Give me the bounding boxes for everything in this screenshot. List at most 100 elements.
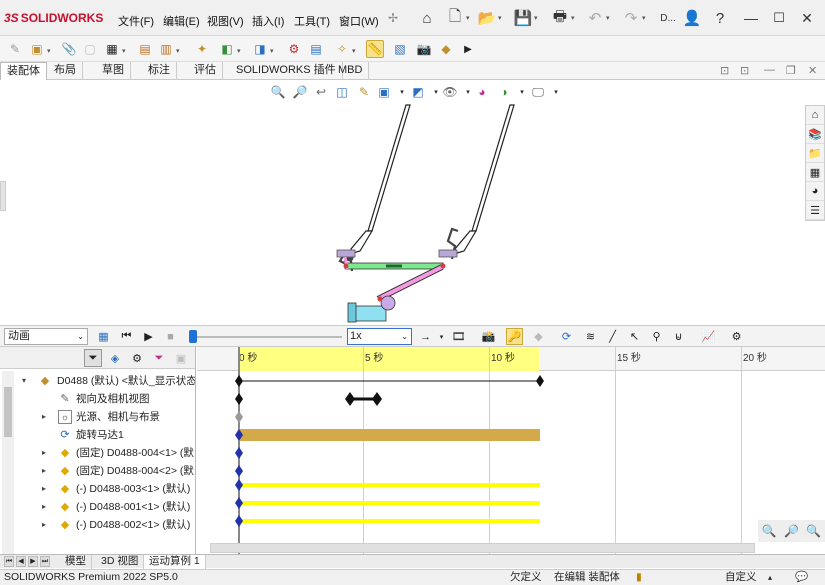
menu-insert[interactable]: 插入(I): [252, 13, 284, 29]
tab-addins[interactable]: SOLIDWORKS 插件: [230, 62, 343, 80]
exploded-caret-icon[interactable]: ▾: [352, 47, 356, 55]
playback-mode-caret-icon[interactable]: ▾: [433, 328, 450, 345]
calculate-icon[interactable]: ▦: [95, 328, 112, 345]
damper-icon[interactable]: ╱: [604, 328, 621, 345]
reference-caret-icon[interactable]: ▾: [270, 47, 274, 55]
close-icon[interactable]: ✕: [798, 9, 816, 27]
solidworks-logo[interactable]: 3S SOLIDWORKS: [4, 10, 103, 26]
tree-expander[interactable]: ▸: [42, 480, 46, 498]
stop-icon[interactable]: ■: [162, 328, 179, 345]
undo-caret-icon[interactable]: ▾: [606, 14, 610, 22]
play-icon[interactable]: ▶: [140, 328, 157, 345]
filter-results-icon[interactable]: ⏷: [150, 349, 168, 367]
tree-row-component[interactable]: ▸ ◆ (固定) D0488-004<2> (默: [0, 462, 195, 480]
tree-expander[interactable]: ▾: [22, 372, 26, 390]
timeline-area[interactable]: 0 秒 5 秒 10 秒 15 秒 20 秒: [197, 347, 825, 554]
tree-expander[interactable]: ▸: [42, 516, 46, 534]
spring-icon[interactable]: ≋: [582, 328, 599, 345]
motor-icon[interactable]: ⟳: [558, 328, 575, 345]
open-caret-icon[interactable]: ▾: [498, 14, 502, 22]
save-caret-icon[interactable]: ▾: [534, 14, 538, 22]
print-caret-icon[interactable]: ▾: [571, 14, 575, 22]
redo-caret-icon[interactable]: ▾: [642, 14, 646, 22]
linear-pattern-icon[interactable]: ▦: [103, 40, 121, 58]
tab-3d-view[interactable]: 3D 视图: [96, 555, 145, 569]
user-label[interactable]: D...: [655, 9, 681, 27]
last-tab-icon[interactable]: ⏭: [40, 556, 50, 567]
wiper-mechanism-model[interactable]: [0, 81, 825, 325]
bill-of-materials-icon[interactable]: ▤: [307, 40, 325, 58]
zoom-to-fit-timeline-icon[interactable]: 🔍: [762, 524, 777, 538]
units-custom[interactable]: 自定义: [725, 570, 757, 585]
show-hidden-icon[interactable]: ✦: [193, 40, 211, 58]
appearances-icon[interactable]: ◕: [806, 182, 824, 201]
gravity-icon[interactable]: ⊌: [670, 328, 687, 345]
tree-row-view-camera[interactable]: ✎ 视向及相机视图: [0, 390, 195, 408]
menu-view[interactable]: 视图(V): [207, 13, 244, 29]
home-icon[interactable]: ⌂: [418, 9, 436, 27]
doc-restore-right-icon[interactable]: ⊡: [740, 64, 749, 77]
playback-mode-icon[interactable]: →: [417, 328, 434, 345]
features-caret-icon[interactable]: ▾: [237, 47, 241, 55]
menu-edit[interactable]: 编辑(E): [163, 13, 200, 29]
collapse-tree-icon[interactable]: ▣: [172, 349, 190, 367]
tab-sketch[interactable]: 草图: [96, 62, 131, 80]
doc-minimize-icon[interactable]: —: [764, 64, 775, 76]
question-icon[interactable]: ?: [711, 9, 729, 27]
menu-window[interactable]: 窗口(W): [339, 13, 379, 29]
filter-selected-icon[interactable]: ⚙: [128, 349, 146, 367]
force-icon[interactable]: ↖: [626, 328, 643, 345]
animation-wizard-icon[interactable]: 📸: [480, 328, 497, 345]
new-caret-icon[interactable]: ▾: [466, 14, 470, 22]
print-icon[interactable]: 🖶: [551, 8, 569, 27]
tab-mbd[interactable]: MBD: [332, 62, 370, 80]
study-type-select[interactable]: 动画 ⌄: [4, 328, 88, 345]
new-document-icon[interactable]: 🗋: [446, 8, 464, 27]
tab-layout[interactable]: 布局: [48, 62, 83, 80]
undo-icon[interactable]: ↶: [586, 9, 604, 27]
graphics-area[interactable]: 🔍 🔎 ↩ ◫ ✎ ▣ ▾ ◩ ▾ 👁 ▾ ◕ ◑ ▾ 🖵 ▾ ⌂ 📚 📁 ▦ …: [0, 81, 825, 325]
design-library-icon[interactable]: 📚: [806, 125, 824, 144]
tree-expander[interactable]: ▸: [42, 408, 46, 426]
insert-caret-icon[interactable]: ▾: [47, 47, 51, 55]
take-snapshot-icon[interactable]: 📷: [415, 40, 433, 58]
tree-row-component[interactable]: ▸ ◆ (固定) D0488-004<1> (默: [0, 444, 195, 462]
exploded-view-icon[interactable]: ✧: [333, 40, 351, 58]
component-preview-icon[interactable]: ▢: [81, 40, 99, 58]
autokey-icon[interactable]: 🔑: [506, 328, 523, 345]
pin-icon[interactable]: ✢: [384, 9, 402, 27]
insert-component-icon[interactable]: ▣: [28, 40, 46, 58]
view-palette-icon[interactable]: ▦: [806, 163, 824, 182]
chat-icon[interactable]: 💬: [795, 570, 808, 585]
filter-animated-icon[interactable]: ⏷: [84, 349, 102, 367]
tree-row-rotary-motor[interactable]: ⟳ 旋转马达1: [0, 426, 195, 444]
tree-expander[interactable]: ▸: [42, 444, 46, 462]
tree-row-component[interactable]: ▸ ◆ (-) D0488-001<1> (默认): [0, 498, 195, 516]
custom-properties-icon[interactable]: ☰: [806, 201, 824, 220]
zoom-out-timeline-icon[interactable]: 🔍: [806, 524, 821, 538]
move-component-icon[interactable]: ▥: [157, 40, 175, 58]
first-tab-icon[interactable]: ⏮: [4, 556, 14, 567]
tree-row-component[interactable]: ▸ ◆ (-) D0488-002<1> (默认): [0, 516, 195, 534]
move-caret-icon[interactable]: ▾: [176, 47, 180, 55]
units-caret-icon[interactable]: ▴: [768, 570, 772, 585]
maximize-icon[interactable]: ☐: [770, 9, 788, 27]
playback-speed-select[interactable]: 1x ⌄: [347, 328, 412, 345]
doc-maximize-icon[interactable]: ❐: [786, 64, 796, 77]
playback-slider-track[interactable]: [192, 336, 342, 338]
play-from-start-icon[interactable]: ⏮: [118, 328, 135, 345]
redo-icon[interactable]: ↷: [622, 9, 640, 27]
update-speedpak-icon[interactable]: ▧: [391, 40, 409, 58]
tree-row-assembly[interactable]: ▾ ◆ D0488 (默认) <默认_显示状态: [0, 372, 195, 390]
tree-row-component[interactable]: ▸ ◆ (-) D0488-003<1> (默认): [0, 480, 195, 498]
add-update-key-icon[interactable]: ◆: [530, 328, 547, 345]
tab-assembly[interactable]: 装配体: [0, 62, 47, 80]
open-icon[interactable]: 📂: [478, 9, 497, 27]
tab-motion-study-1[interactable]: 运动算例 1: [144, 555, 206, 569]
contact-icon[interactable]: ⚲: [648, 328, 665, 345]
next-tab-icon[interactable]: ▶: [28, 556, 38, 567]
menu-tools[interactable]: 工具(T): [294, 13, 330, 29]
zoom-in-timeline-icon[interactable]: 🔎: [784, 524, 799, 538]
edit-component-icon[interactable]: ✎: [6, 40, 24, 58]
tab-model[interactable]: 模型: [60, 555, 92, 569]
